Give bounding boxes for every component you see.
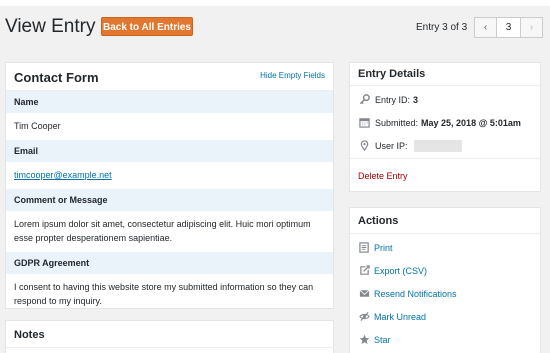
previous-entry-button[interactable]: ‹	[474, 17, 497, 38]
divider	[350, 85, 540, 86]
back-to-all-entries-button[interactable]: Back to All Entries	[101, 17, 193, 36]
field-label-name: Name	[6, 91, 333, 113]
key-icon	[358, 94, 370, 106]
page-title: View Entry	[5, 16, 96, 37]
action-resend-notifications[interactable]: Resend Notifications	[358, 288, 457, 300]
field-value-email: timcooper@example.net	[6, 162, 333, 189]
calendar-icon	[358, 117, 370, 129]
export-icon	[358, 265, 370, 277]
action-resend-label: Resend Notifications	[374, 289, 457, 299]
submitted-row: Submitted: May 25, 2018 @ 5:01am	[358, 117, 521, 129]
field-label-message: Comment or Message	[6, 189, 333, 211]
field-value-gdpr: I consent to having this website store m…	[14, 282, 314, 306]
email-link[interactable]: timcooper@example.net	[14, 170, 112, 180]
field-value-message: Lorem ipsum dolor sit amet, consectetur …	[14, 219, 311, 243]
actions-panel: Actions Print Export (CSV) Resend Notifi…	[349, 207, 541, 353]
actions-title: Actions	[358, 215, 399, 227]
entry-id-row: Entry ID: 3	[358, 94, 418, 106]
entry-count: Entry 3 of 3	[416, 22, 468, 33]
top-strip	[0, 0, 550, 6]
action-mark-unread-label: Mark Unread	[374, 312, 427, 322]
notes-panel: Notes	[5, 320, 334, 353]
notes-title: Notes	[14, 329, 45, 341]
action-star-label: Star	[374, 335, 391, 345]
contact-form-header: Contact Form Hide Empty Fields	[6, 63, 333, 91]
field-label-email: Email	[6, 140, 333, 162]
next-entry-button[interactable]: ›	[520, 17, 543, 38]
envelope-icon	[358, 288, 370, 300]
divider	[350, 158, 540, 159]
action-mark-unread[interactable]: Mark Unread	[358, 311, 426, 323]
contact-form-title: Contact Form	[14, 70, 99, 85]
submitted-value: May 25, 2018 @ 5:01am	[421, 118, 521, 128]
current-entry-number: 3	[497, 17, 520, 38]
entry-details-title: Entry Details	[358, 68, 426, 80]
divider	[350, 233, 540, 234]
action-print-label: Print	[374, 243, 393, 253]
user-ip-label: User IP:	[375, 141, 408, 151]
user-ip-row: User IP:	[358, 140, 462, 152]
entry-pager: ‹ 3 ›	[474, 17, 543, 38]
eye-slash-icon	[358, 311, 370, 323]
action-export-csv[interactable]: Export (CSV)	[358, 265, 427, 277]
field-value-name: Tim Cooper	[14, 121, 61, 131]
submitted-label: Submitted:	[375, 118, 419, 128]
action-print[interactable]: Print	[358, 242, 393, 254]
hide-empty-fields-link[interactable]: Hide Empty Fields	[260, 71, 325, 80]
notes-divider	[6, 347, 333, 348]
entry-id-label: Entry ID:	[375, 95, 411, 105]
entry-id-value: 3	[413, 95, 419, 105]
location-pin-icon	[358, 140, 370, 152]
contact-form-panel: Contact Form Hide Empty Fields Name Tim …	[5, 62, 334, 309]
action-star[interactable]: Star	[358, 334, 391, 346]
print-icon	[358, 242, 370, 254]
field-label-gdpr: GDPR Agreement	[6, 252, 333, 274]
star-icon	[358, 334, 370, 346]
user-ip-redacted	[413, 140, 462, 152]
action-export-label: Export (CSV)	[374, 266, 428, 276]
delete-entry-link[interactable]: Delete Entry	[358, 171, 408, 181]
entry-details-panel: Entry Details Entry ID: 3 Submitted: May…	[349, 62, 541, 192]
